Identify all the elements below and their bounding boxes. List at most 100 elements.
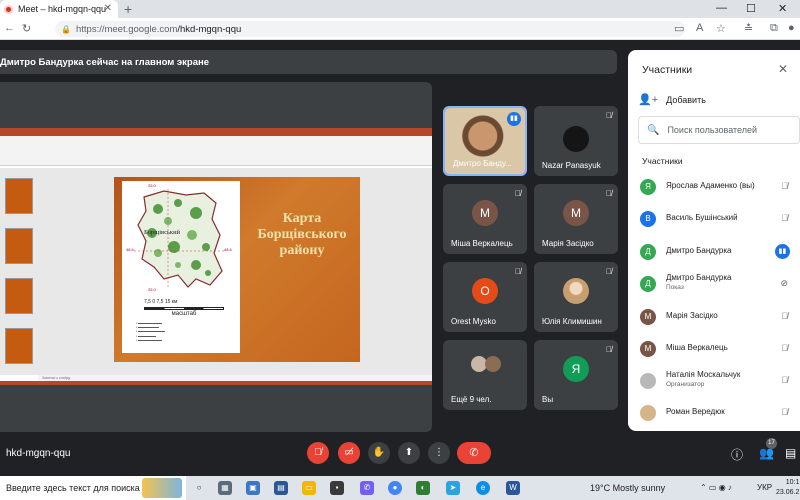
participant-row[interactable]: В Василь Бушінський 🎙̸ xyxy=(638,206,800,232)
edge-icon[interactable]: e xyxy=(476,481,490,495)
participant-name: Наталія Москальчук xyxy=(666,370,741,379)
present-button[interactable]: ⬆ xyxy=(398,442,420,464)
add-people-button[interactable]: 👤+ Добавить xyxy=(638,93,706,106)
avatar: В xyxy=(640,211,656,227)
slide-thumbnail xyxy=(5,228,33,264)
language-indicator[interactable]: УКР xyxy=(757,483,772,492)
self-tile[interactable]: Я 🎙̸ Вы xyxy=(534,340,618,410)
participant-row[interactable]: Д Дмитро Бандурка ▮▮ xyxy=(638,239,800,265)
camera-toggle-button[interactable]: ▭̸ xyxy=(338,442,360,464)
map-legend: ▪ ▬▬▬▬▬▬▬▬ ▪ ▬▬▬▬▬▬▬ ▪ ▬▬▬▬▬▬▬▬▬ ▪ ▬▬▬▬▬▬ ▪ … xyxy=(136,321,165,342)
shared-screen: 25.0 25.0 48.6 48.6 Борщівський 7,5 0 7,… xyxy=(0,128,432,385)
participant-row[interactable]: Роман Вередюк 🎙̸ xyxy=(638,400,800,426)
participant-tile[interactable]: О 🎙̸ Orest Mysko xyxy=(443,262,527,332)
participant-name: Ярослав Адаменко (вы) xyxy=(666,181,755,190)
more-participants-tile[interactable]: Ещё 9 чел. xyxy=(443,340,527,410)
avatar xyxy=(563,126,589,152)
info-icon[interactable]: ⓘ xyxy=(731,446,743,463)
url-path: /hkd-mgqn-qqu xyxy=(177,23,242,35)
clock-date: 23.06.2 xyxy=(776,489,800,496)
mic-toggle-button[interactable]: 🎙̸ xyxy=(307,442,329,464)
raise-hand-button[interactable]: ✋ xyxy=(368,442,390,464)
participant-tile[interactable]: ▮▮ Дмитро Банду... xyxy=(443,106,527,176)
slide-title: Карта Борщівського району xyxy=(257,211,347,258)
new-tab-button[interactable]: + xyxy=(124,1,132,17)
camera-icon[interactable]: ▭ xyxy=(674,22,684,35)
search-input[interactable]: 🔍 Поиск пользователей xyxy=(638,116,800,144)
taskbar-app-icon[interactable]: ▦ xyxy=(218,481,232,495)
clock[interactable]: 10:1 23.06.2 xyxy=(776,478,799,498)
browser-tab[interactable]: Meet – hkd-mgqn-qqu ✕ xyxy=(0,0,118,18)
grid-label: 48.6 xyxy=(126,247,134,252)
browser-tab-bar: Meet – hkd-mgqn-qqu ✕ + — ☐ ✕ xyxy=(0,0,800,18)
participant-tile[interactable]: 🎙̸ Юлія Климишин xyxy=(534,262,618,332)
end-call-button[interactable]: ✆ xyxy=(457,442,491,464)
tile-name: Юлія Климишин xyxy=(542,317,602,326)
chrome-icon[interactable]: ● xyxy=(388,481,402,495)
participants-panel: Участники ✕ 👤+ Добавить 🔍 Поиск пользова… xyxy=(628,50,800,431)
taskbar-app-icon[interactable]: ▤ xyxy=(274,481,288,495)
read-aloud-icon[interactable]: A xyxy=(696,22,703,34)
word-icon[interactable]: W xyxy=(506,481,520,495)
minimize-icon[interactable]: — xyxy=(716,2,727,14)
address-bar: ← ↻ 🔒 https://meet.google.com/hkd-mgqn-q… xyxy=(0,18,800,40)
participant-row[interactable]: Я Ярослав Адаменко (вы) 🎙̸ xyxy=(638,174,800,200)
presentation-off-icon: ⊘ xyxy=(780,278,788,288)
avatar: Я xyxy=(563,356,589,382)
taskbar-app-icon[interactable]: ◐ xyxy=(416,481,430,495)
reload-icon[interactable]: ↻ xyxy=(22,22,31,35)
tray-icons[interactable]: ⌃ ▭ ◉ ♪ xyxy=(700,483,732,492)
ppt-ribbon xyxy=(0,142,432,166)
participant-row[interactable]: Наталія Москальчук Организатор 🎙̸ xyxy=(638,368,800,394)
scale-ticks: 7,5 0 7,5 15 км xyxy=(144,299,178,305)
slide: 25.0 25.0 48.6 48.6 Борщівський 7,5 0 7,… xyxy=(114,177,360,362)
mic-off-icon: 🎙̸ xyxy=(515,267,521,276)
map-scale: 7,5 0 7,5 15 км масштаб xyxy=(144,299,224,317)
weather-widget[interactable]: 19°C Mostly sunny xyxy=(590,483,665,493)
collections-icon[interactable]: ⧉ xyxy=(770,22,778,35)
participant-row[interactable]: М Марія Засідко 🎙̸ xyxy=(638,304,800,330)
telegram-icon[interactable]: ➤ xyxy=(446,481,460,495)
file-explorer-icon[interactable]: ▭ xyxy=(302,481,316,495)
district-outline xyxy=(134,189,224,289)
tile-name: Ещё 9 чел. xyxy=(451,395,492,404)
avatar: М xyxy=(472,200,498,226)
panel-close-icon[interactable]: ✕ xyxy=(778,62,788,76)
mic-off-icon: 🎙̸ xyxy=(781,181,788,191)
speaking-icon: ▮▮ xyxy=(775,244,790,259)
avatar xyxy=(485,356,501,372)
task-view-icon[interactable]: ○ xyxy=(192,481,206,495)
viber-icon[interactable]: ✆ xyxy=(360,481,374,495)
participant-name: Міша Веркалець xyxy=(666,343,728,352)
taskbar-app-icon[interactable]: ▣ xyxy=(246,481,260,495)
participant-name: Дмитро Бандурка xyxy=(666,246,732,255)
tile-name: Марія Засідко xyxy=(542,239,594,248)
favorites-icon[interactable]: ≛ xyxy=(744,22,753,35)
mic-off-icon: 🎙̸ xyxy=(606,345,612,354)
back-icon[interactable]: ← xyxy=(4,22,15,34)
grid-label: 48.6 xyxy=(224,247,232,252)
participant-name: Дмитро Бандурка xyxy=(666,273,732,282)
participant-tile[interactable]: 🎙̸ Nazar Panasyuk xyxy=(534,106,618,176)
panel-title: Участники xyxy=(642,64,693,76)
avatar: М xyxy=(563,200,589,226)
participant-tile[interactable]: М 🎙̸ Міша Веркалець xyxy=(443,184,527,254)
profile-icon[interactable]: ● xyxy=(788,22,795,34)
participant-row[interactable]: М Міша Веркалець 🎙̸ xyxy=(638,336,800,362)
taskbar-app-icon[interactable]: ▪ xyxy=(330,481,344,495)
participant-tile[interactable]: М 🎙̸ Марія Засідко xyxy=(534,184,618,254)
more-options-button[interactable]: ⋮ xyxy=(428,442,450,464)
favorite-icon[interactable]: ☆ xyxy=(716,22,726,35)
url-input[interactable]: 🔒 https://meet.google.com/hkd-mgqn-qqu xyxy=(55,21,685,37)
chat-icon[interactable]: ▤ xyxy=(785,446,796,460)
tab-close-icon[interactable]: ✕ xyxy=(104,3,112,14)
tab-title: Meet – hkd-mgqn-qqu xyxy=(18,4,107,14)
window-close-icon[interactable]: ✕ xyxy=(778,2,787,15)
maximize-icon[interactable]: ☐ xyxy=(746,2,756,15)
taskbar-search[interactable]: Введите здесь текст для поиска xyxy=(0,476,186,500)
mic-off-icon: 🎙̸ xyxy=(781,407,788,417)
slide-thumbnail xyxy=(5,178,33,214)
participant-count-badge: 17 xyxy=(766,438,777,449)
participant-row[interactable]: Д Дмитро Бандурка Показ ⊘ xyxy=(638,271,800,297)
taskbar-search-text: Введите здесь текст для поиска xyxy=(6,483,140,493)
